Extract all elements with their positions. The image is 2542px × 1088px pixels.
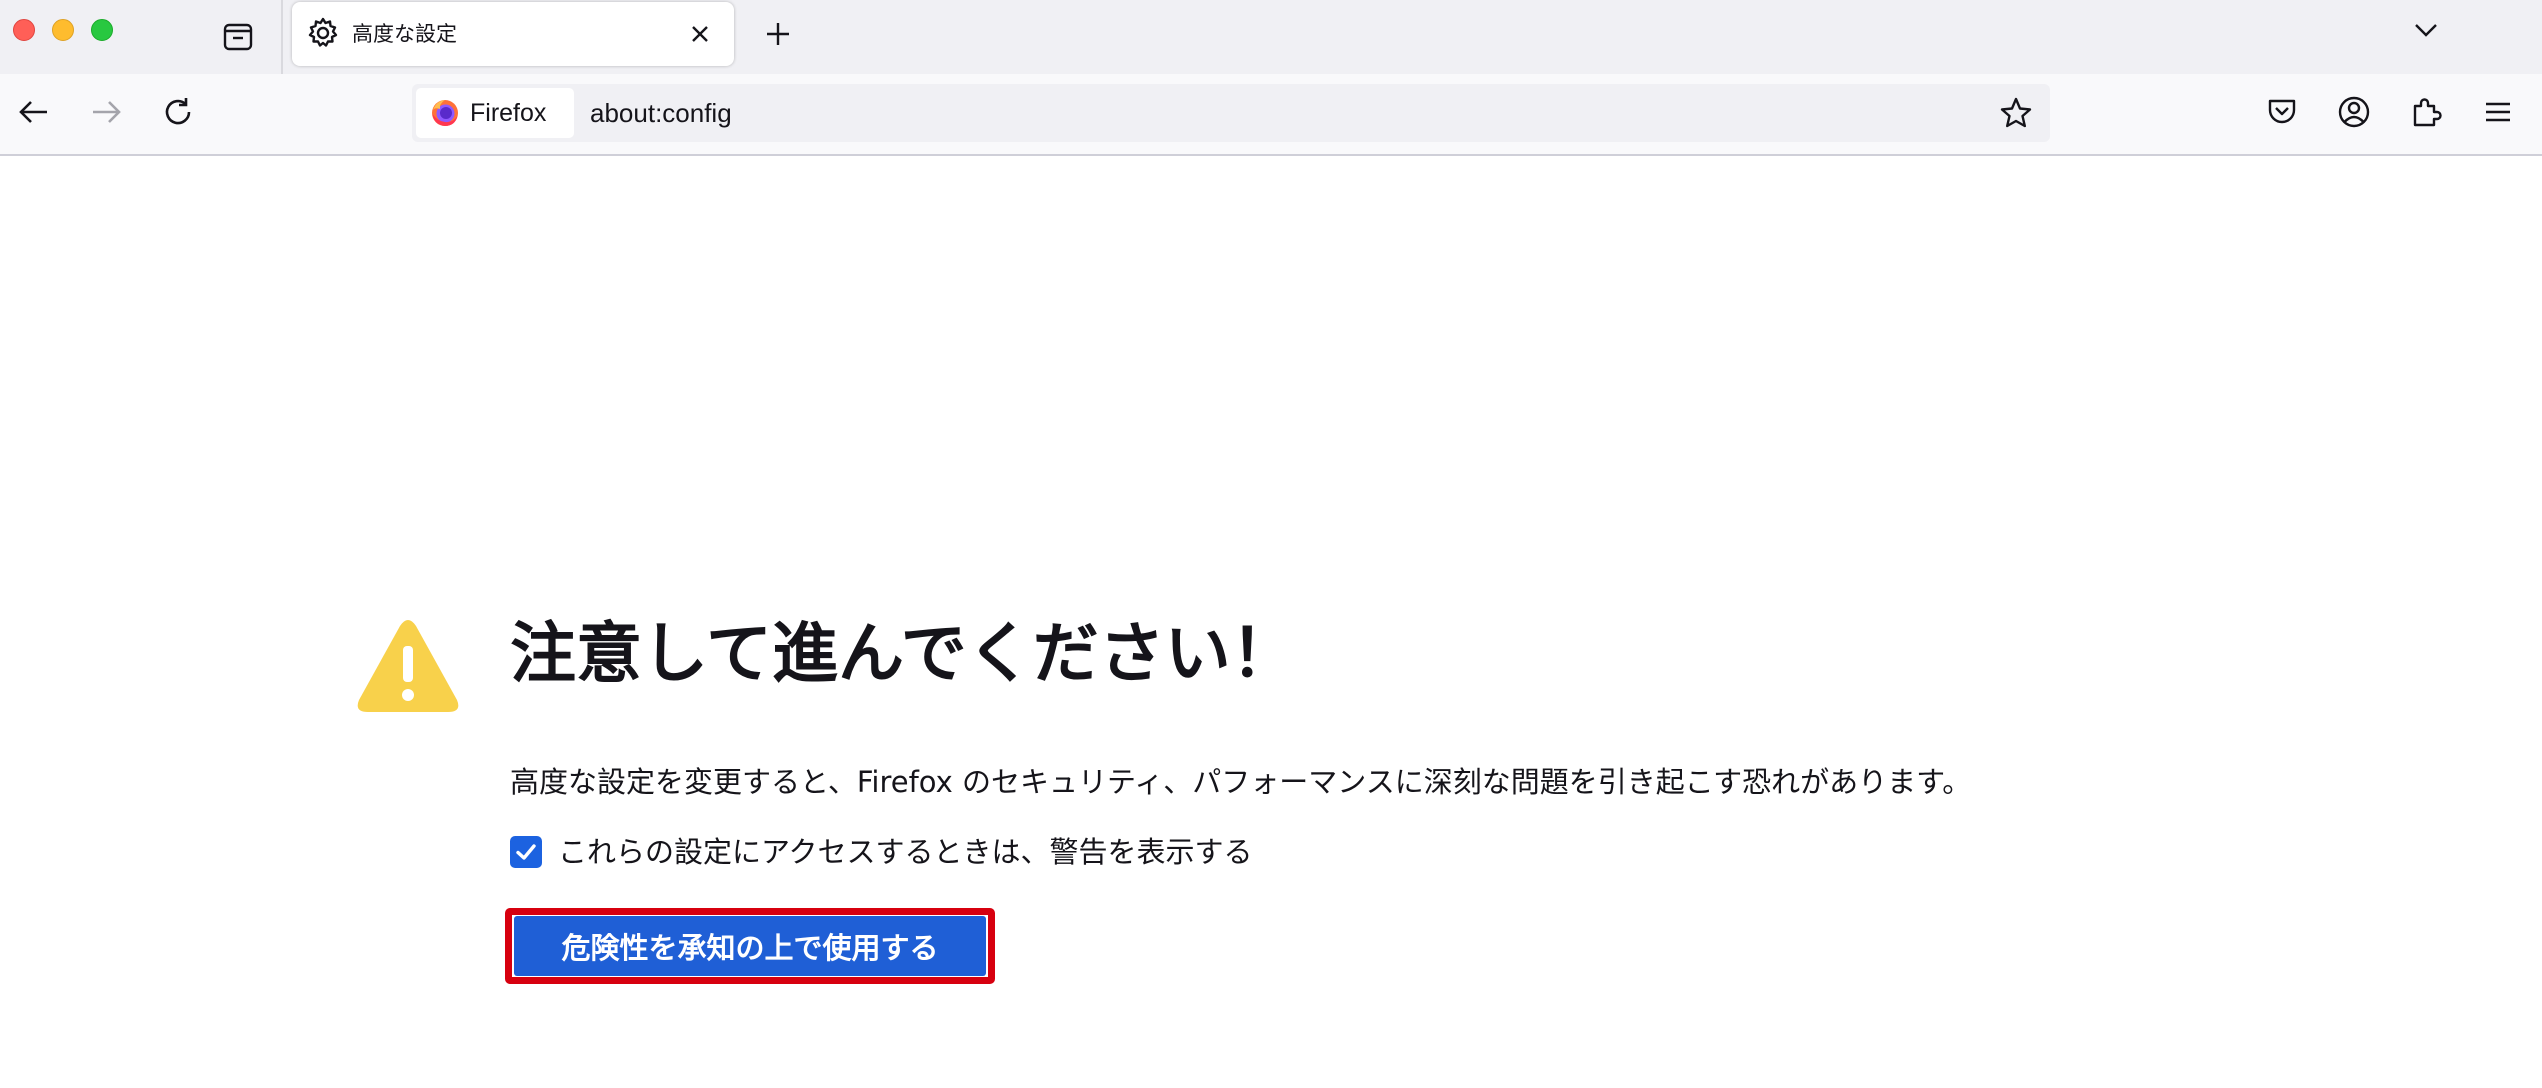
show-warning-option[interactable]: これらの設定にアクセスするときは、警告を表示する	[510, 832, 1253, 872]
warning-description: 高度な設定を変更すると、Firefox のセキュリティ、パフォーマンスに深刻な問…	[510, 765, 1972, 799]
show-warning-label: これらの設定にアクセスするときは、警告を表示する	[558, 835, 1253, 869]
url-input[interactable]: about:config	[590, 98, 732, 128]
forward-button[interactable]	[82, 88, 130, 136]
tab-title: 高度な設定	[352, 22, 457, 46]
minimize-window-button[interactable]	[52, 19, 74, 41]
new-tab-button[interactable]	[756, 12, 800, 56]
zoom-window-button[interactable]	[91, 19, 113, 41]
firefox-view-button[interactable]	[214, 12, 262, 60]
hamburger-menu-icon	[2486, 102, 2510, 122]
url-bar[interactable]: Firefox about:config	[412, 84, 2050, 142]
tab-strip-separator	[281, 0, 283, 74]
identity-box[interactable]: Firefox	[416, 88, 574, 138]
identity-label: Firefox	[470, 98, 547, 127]
plus-icon	[767, 23, 789, 45]
back-button[interactable]	[10, 88, 58, 136]
puzzle-icon	[2413, 98, 2442, 127]
firefox-logo-icon	[432, 100, 458, 126]
account-button[interactable]	[2330, 88, 2378, 136]
show-warning-checkbox[interactable]	[510, 836, 542, 868]
firefox-view-icon	[223, 23, 253, 51]
account-icon	[2338, 96, 2370, 128]
list-all-tabs-button[interactable]	[2404, 8, 2448, 52]
gear-icon	[308, 17, 338, 47]
app-menu-button[interactable]	[2474, 88, 2522, 136]
highlight-frame: 危険性を承知の上で使用する	[505, 908, 995, 984]
pocket-icon	[2268, 99, 2296, 124]
reload-button[interactable]	[154, 88, 202, 136]
close-window-button[interactable]	[13, 19, 35, 41]
warning-icon	[357, 620, 459, 712]
star-icon	[2000, 97, 2032, 128]
accept-risk-button[interactable]: 危険性を承知の上で使用する	[514, 916, 986, 976]
page-title: 注意して進んでください！	[510, 615, 1297, 692]
close-icon	[692, 26, 708, 42]
extensions-button[interactable]	[2402, 88, 2450, 136]
tab-strip: 高度な設定	[0, 0, 2542, 74]
forward-arrow-icon	[93, 101, 121, 123]
navigation-toolbar: Firefox about:config	[0, 74, 2542, 156]
bookmark-button[interactable]	[1994, 91, 2038, 135]
tab-close-button[interactable]	[680, 14, 720, 54]
pocket-button[interactable]	[2258, 88, 2306, 136]
tab-advanced-settings[interactable]: 高度な設定	[292, 2, 734, 66]
reload-icon	[165, 98, 191, 125]
checkmark-icon	[516, 844, 536, 860]
chevron-down-icon	[2415, 24, 2437, 37]
back-arrow-icon	[19, 101, 47, 123]
